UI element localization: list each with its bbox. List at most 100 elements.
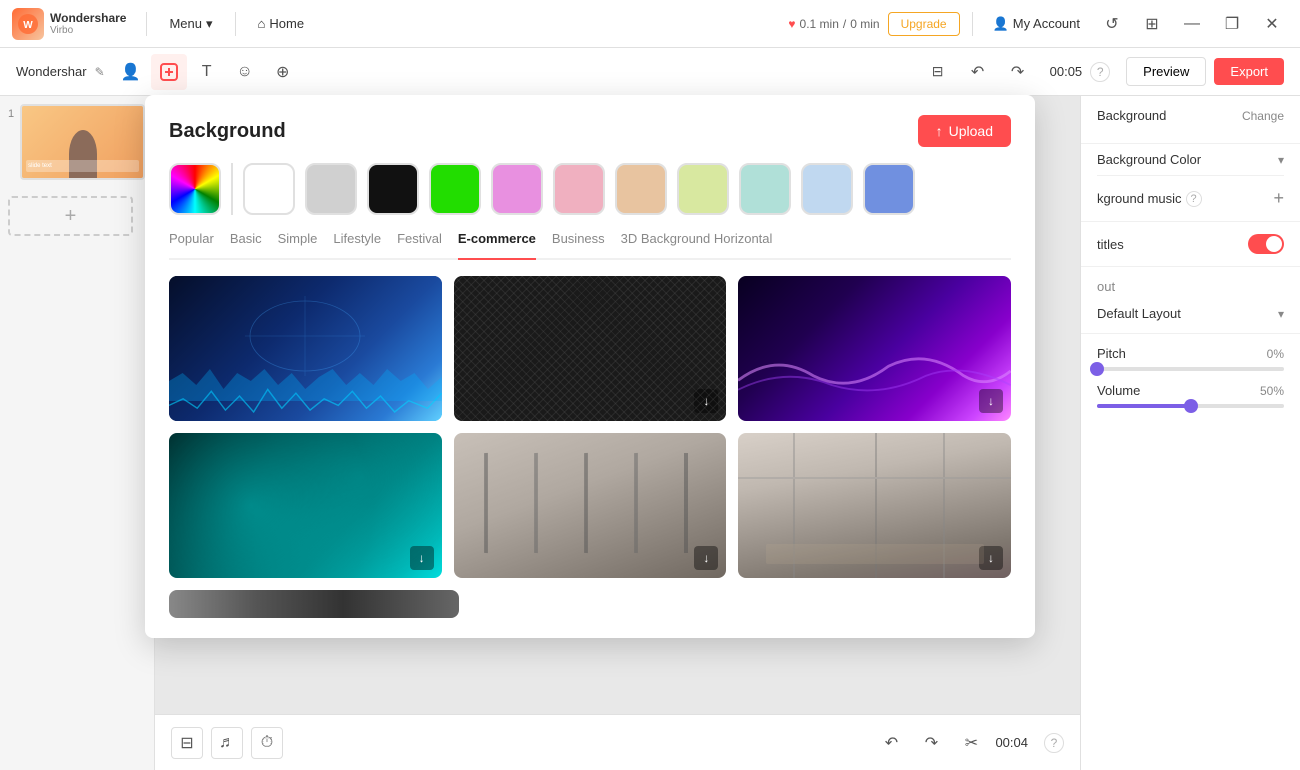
music-label: kground music ? xyxy=(1097,191,1202,207)
bg-item-partial[interactable] xyxy=(169,590,459,618)
add-tool-button[interactable]: ⊕ xyxy=(265,54,301,90)
add-music-button[interactable]: + xyxy=(1273,188,1284,209)
layout-value: Default Layout xyxy=(1097,306,1181,321)
add-slide-button[interactable]: + xyxy=(8,196,133,236)
swatch-lightblue[interactable] xyxy=(801,163,853,215)
caption-tool-button[interactable]: ⊟ xyxy=(171,727,203,759)
close-button[interactable]: ✕ xyxy=(1256,8,1288,40)
divider-3 xyxy=(972,12,973,36)
music-help-icon[interactable]: ? xyxy=(1186,191,1202,207)
divider-2 xyxy=(235,12,236,36)
grid-button[interactable]: ⊞ xyxy=(1136,8,1168,40)
upgrade-button[interactable]: Upgrade xyxy=(888,12,960,36)
preview-button[interactable]: Preview xyxy=(1126,57,1206,86)
account-label: My Account xyxy=(1013,16,1080,31)
tab-basic[interactable]: Basic xyxy=(230,231,262,250)
tab-lifestyle[interactable]: Lifestyle xyxy=(333,231,381,250)
right-panel: Background Change Background Color ▾ kgr… xyxy=(1080,96,1300,770)
swatch-blue[interactable] xyxy=(863,163,915,215)
time-used: 0.1 min xyxy=(800,17,839,31)
pitch-slider-track[interactable] xyxy=(1097,367,1284,371)
swatch-white[interactable] xyxy=(243,163,295,215)
app-logo-icon: W xyxy=(12,8,44,40)
menu-button[interactable]: Menu ▾ xyxy=(159,12,222,36)
pitch-slider-row: Pitch 0% xyxy=(1097,346,1284,371)
bottom-undo-button[interactable]: ↶ xyxy=(875,727,907,759)
bg-item-carbon[interactable]: ↓ xyxy=(454,276,727,421)
tab-festival[interactable]: Festival xyxy=(397,231,442,250)
restore-button[interactable]: ❐ xyxy=(1216,8,1248,40)
sticker-tool-button[interactable] xyxy=(151,54,187,90)
left-panel: 1 slide text + xyxy=(0,96,155,770)
tab-popular[interactable]: Popular xyxy=(169,231,214,250)
bottom-help-button[interactable]: ? xyxy=(1044,733,1064,753)
undo-button[interactable]: ↶ xyxy=(962,56,994,88)
home-label: Home xyxy=(269,16,304,31)
bg-partial-row xyxy=(169,590,1011,618)
change-button[interactable]: Change xyxy=(1242,109,1284,123)
audio-tool-button[interactable]: ♬ xyxy=(211,727,243,759)
bg-item-teal[interactable]: ↓ xyxy=(169,433,442,578)
upload-label: Upload xyxy=(949,123,993,139)
tab-business[interactable]: Business xyxy=(552,231,605,250)
account-button[interactable]: 👤 My Account xyxy=(985,12,1088,36)
pitch-slider-thumb[interactable] xyxy=(1090,362,1104,376)
export-button[interactable]: Export xyxy=(1214,58,1284,85)
bg-color-dropdown-row: Background Color ▾ xyxy=(1097,144,1284,176)
modal-header: Background ↑ Upload xyxy=(169,115,1011,147)
pitch-label: Pitch xyxy=(1097,346,1126,361)
time-help-button[interactable]: ? xyxy=(1090,62,1110,82)
swatch-pink[interactable] xyxy=(553,163,605,215)
toggle-knob xyxy=(1266,236,1282,252)
avatar-tool-button[interactable]: 👤 xyxy=(113,54,149,90)
swatch-lightgray[interactable] xyxy=(305,163,357,215)
emoji-tool-button[interactable]: ☺ xyxy=(227,54,263,90)
layout-view-button[interactable]: ⊟ xyxy=(922,56,954,88)
logo-sub: Virbo xyxy=(50,25,126,36)
swatch-black[interactable] xyxy=(367,163,419,215)
background-section-title: Background xyxy=(1097,108,1166,123)
color-swatches xyxy=(169,163,1011,215)
edit-project-name-icon[interactable]: ✎ xyxy=(95,65,105,79)
history-button[interactable]: ↺ xyxy=(1096,8,1128,40)
bg-color-chevron-icon[interactable]: ▾ xyxy=(1278,153,1284,167)
bg-item-purple-wave[interactable]: ↓ xyxy=(738,276,1011,421)
bottom-redo-button[interactable]: ↷ xyxy=(915,727,947,759)
swatch-mint[interactable] xyxy=(739,163,791,215)
upload-button[interactable]: ↑ Upload xyxy=(918,115,1011,147)
volume-slider-track[interactable] xyxy=(1097,404,1284,408)
swatch-lime[interactable] xyxy=(677,163,729,215)
redo-button[interactable]: ↷ xyxy=(1002,56,1034,88)
minimize-button[interactable]: — xyxy=(1176,8,1208,40)
slide-thumbnail-bg: slide text xyxy=(22,106,143,178)
tab-3d[interactable]: 3D Background Horizontal xyxy=(621,231,773,250)
layout-chevron-icon[interactable]: ▾ xyxy=(1278,307,1284,321)
home-button[interactable]: ⌂ Home xyxy=(248,12,315,35)
account-icon: 👤 xyxy=(993,16,1009,32)
category-tabs: Popular Basic Simple Lifestyle Festival … xyxy=(169,231,1011,260)
tab-simple[interactable]: Simple xyxy=(278,231,318,250)
slide-1-thumbnail[interactable]: slide text xyxy=(20,104,145,180)
background-music-row: kground music ? + xyxy=(1081,176,1300,222)
home-icon: ⌂ xyxy=(258,16,266,31)
time-divider: / xyxy=(843,17,846,31)
swatch-peach[interactable] xyxy=(615,163,667,215)
bg-item-office1[interactable]: ↓ xyxy=(454,433,727,578)
subtitles-toggle[interactable] xyxy=(1248,234,1284,254)
logo-main: Wondershare xyxy=(50,11,126,25)
swatch-gradient[interactable] xyxy=(169,163,221,215)
swatch-lightpurple[interactable] xyxy=(491,163,543,215)
heart-icon: ♥ xyxy=(788,17,795,31)
bottom-scissors-button[interactable]: ✂ xyxy=(955,727,987,759)
bg-item-tech[interactable]: ↓ xyxy=(169,276,442,421)
bg-item-office2[interactable]: ↓ xyxy=(738,433,1011,578)
swatch-green[interactable] xyxy=(429,163,481,215)
volume-slider-thumb[interactable] xyxy=(1184,399,1198,413)
volume-value: 50% xyxy=(1260,384,1284,398)
background-grid: ↓ ↓ ↓ ↓ xyxy=(169,276,1011,578)
subtitles-row: titles xyxy=(1081,222,1300,267)
tab-ecommerce[interactable]: E-commerce xyxy=(458,231,536,260)
timer-tool-button[interactable]: ⏱ xyxy=(251,727,283,759)
project-name: Wondershar xyxy=(16,64,87,79)
text-tool-button[interactable]: T xyxy=(189,54,225,90)
